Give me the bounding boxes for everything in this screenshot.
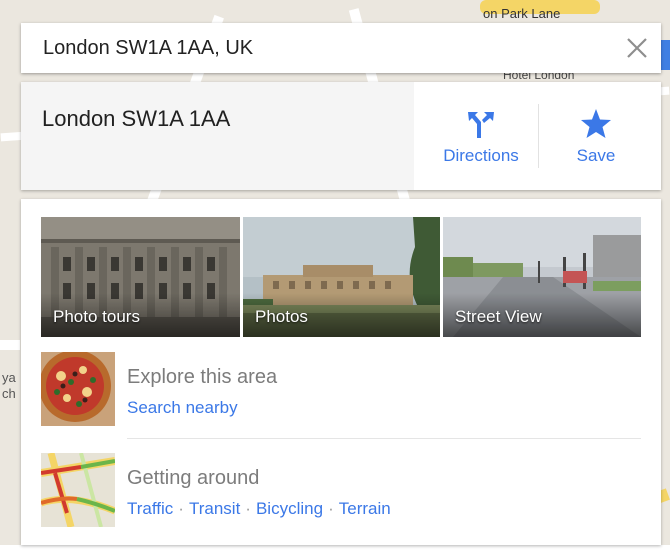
search-input[interactable]: [21, 35, 613, 61]
map-label: ya: [2, 370, 16, 385]
photos-row: Photo tours Photos Street View: [41, 217, 641, 337]
photo-tours-tile[interactable]: Photo tours: [41, 217, 240, 337]
explore-links: Search nearby: [127, 398, 238, 418]
save-button[interactable]: Save: [541, 82, 651, 190]
photo-tours-label: Photo tours: [53, 307, 140, 326]
explore-title: Explore this area: [127, 366, 278, 388]
photos-tile[interactable]: Photos: [243, 217, 440, 337]
street-view-tile[interactable]: Street View: [443, 217, 641, 337]
link-separator: ·: [328, 499, 334, 518]
traffic-map-thumbnail: [41, 453, 115, 527]
explore-area-row: Explore this area Search nearby: [41, 352, 641, 426]
divider: [538, 104, 539, 168]
getting-around-links: Traffic · Transit · Bicycling · Terrain: [127, 499, 391, 519]
directions-icon: [468, 112, 494, 138]
getting-around-title: Getting around: [127, 467, 260, 489]
link-separator: ·: [178, 499, 184, 518]
close-icon-glyph: [627, 38, 647, 58]
search-nearby-link[interactable]: Search nearby: [127, 398, 238, 417]
getting-around-row: Getting around Traffic · Transit · Bicycling…: [41, 453, 641, 527]
place-header: London SW1A 1AA: [21, 82, 414, 190]
pizza-thumbnail: [41, 352, 115, 426]
save-label: Save: [576, 146, 616, 165]
pizza-icon: [41, 352, 115, 426]
map-road-blue: [661, 40, 670, 70]
transit-link[interactable]: Transit: [189, 499, 240, 518]
link-separator: ·: [245, 499, 251, 518]
traffic-link[interactable]: Traffic: [127, 499, 173, 518]
star-icon: [581, 109, 611, 138]
map-label: ch: [2, 386, 16, 401]
place-card: London SW1A 1AA Directions Save: [21, 82, 661, 190]
directions-label: Directions: [443, 146, 519, 165]
terrain-link[interactable]: Terrain: [339, 499, 391, 518]
traffic-map-icon: [41, 453, 115, 527]
photos-label: Photos: [255, 307, 308, 326]
divider: [127, 438, 641, 439]
map-road: [0, 545, 670, 551]
directions-button[interactable]: Directions: [426, 82, 536, 190]
map-road: [0, 340, 20, 350]
close-icon[interactable]: [613, 23, 661, 73]
search-box: [21, 23, 661, 73]
street-view-label: Street View: [455, 307, 542, 326]
map-label: on Park Lane: [483, 6, 561, 21]
explore-card: Photo tours Photos Street View Explore t…: [21, 199, 661, 545]
place-title: London SW1A 1AA: [42, 106, 231, 131]
bicycling-link[interactable]: Bicycling: [256, 499, 323, 518]
